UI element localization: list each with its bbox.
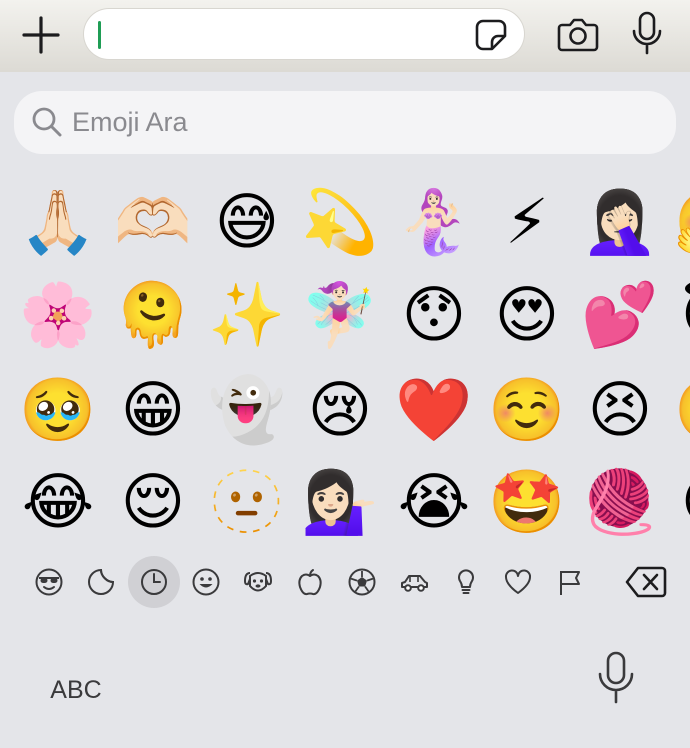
apple-icon[interactable] (284, 556, 336, 608)
emoji-key[interactable]: 🥹 (18, 370, 98, 450)
emoji-key[interactable]: ☺️ (487, 370, 567, 450)
emoji-key[interactable]: 🤩 (487, 462, 567, 542)
emoji-key[interactable]: 😂 (18, 462, 98, 542)
dog-icon[interactable] (232, 556, 284, 608)
backspace-icon[interactable] (624, 562, 668, 602)
dictation-mic-icon[interactable] (596, 650, 636, 706)
lightbulb-icon[interactable] (440, 556, 492, 608)
emoji-key[interactable]: ❤️ (394, 370, 474, 450)
emoji-key[interactable]: 😍 (487, 275, 567, 355)
search-placeholder: Emoji Ara (72, 107, 188, 137)
emoji-key[interactable]: 😯 (394, 275, 474, 355)
abc-keyboard-button[interactable]: ABC (40, 670, 112, 710)
emoji-key[interactable]: 😢 (300, 370, 380, 450)
emoji-key[interactable]: ✨ (207, 275, 287, 355)
emoji-key[interactable]: 🙏🏻 (18, 182, 98, 262)
emoji-key[interactable]: 💁🏻‍♀️ (300, 462, 380, 542)
emoji-key[interactable]: 🫥 (207, 462, 287, 542)
emoji-key[interactable]: 🥲 (673, 370, 690, 450)
emoji-key[interactable]: ⚡ (487, 182, 567, 262)
emoji-key[interactable]: 😅 (207, 182, 287, 262)
emoji-key[interactable]: 🧶 (580, 462, 660, 542)
emoji-key[interactable]: 😣 (580, 370, 660, 450)
emoji-key[interactable]: 🌸 (18, 275, 98, 355)
emoji-key[interactable]: 💕 (580, 275, 660, 355)
emoji-category-bar (0, 556, 690, 608)
message-input[interactable] (84, 9, 524, 59)
text-caret (98, 21, 101, 49)
emoji-key[interactable]: 🧚🏻‍♀️ (300, 275, 380, 355)
emoji-key[interactable]: 💫 (300, 182, 380, 262)
mic-icon[interactable] (630, 10, 664, 56)
emoji-key[interactable]: 👻 (207, 370, 287, 450)
emoji-key[interactable]: 😌 (113, 462, 193, 542)
plus-icon[interactable] (20, 14, 62, 56)
emoji-search-field[interactable]: Emoji Ara (14, 91, 676, 154)
emoji-key[interactable]: 😔 (673, 462, 690, 542)
emoji-key[interactable]: 🫠 (113, 275, 193, 355)
emoji-grid: 🙏🏻 🫶🏻 😅 💫 🧜🏻‍♀️ ⚡ 🤦🏻‍♀️ 🤗 🌸 🫠 ✨ 🧚🏻‍♀️ 😯 … (0, 170, 690, 550)
soccer-ball-icon[interactable] (336, 556, 388, 608)
heart-icon[interactable] (492, 556, 544, 608)
emoji-key[interactable]: 🧜🏻‍♀️ (394, 182, 474, 262)
smiley-icon[interactable] (180, 556, 232, 608)
emoji-key[interactable]: 😁 (113, 370, 193, 450)
message-compose-bar (0, 0, 690, 72)
car-icon[interactable] (388, 556, 440, 608)
emoji-key[interactable]: 🤦🏻‍♀️ (580, 182, 660, 262)
sticker-icon[interactable] (75, 556, 127, 608)
search-icon (31, 106, 63, 138)
emoji-key[interactable]: 😭 (394, 462, 474, 542)
sticker-icon[interactable] (474, 18, 508, 52)
emoji-key[interactable]: 🫶🏻 (113, 182, 193, 262)
emoji-key[interactable]: 🤗 (673, 182, 690, 262)
sunglasses-face-icon[interactable] (23, 556, 75, 608)
camera-icon[interactable] (556, 14, 600, 54)
clock-icon[interactable] (128, 556, 180, 608)
flag-icon[interactable] (544, 556, 596, 608)
emoji-key[interactable]: 😇 (673, 275, 690, 355)
